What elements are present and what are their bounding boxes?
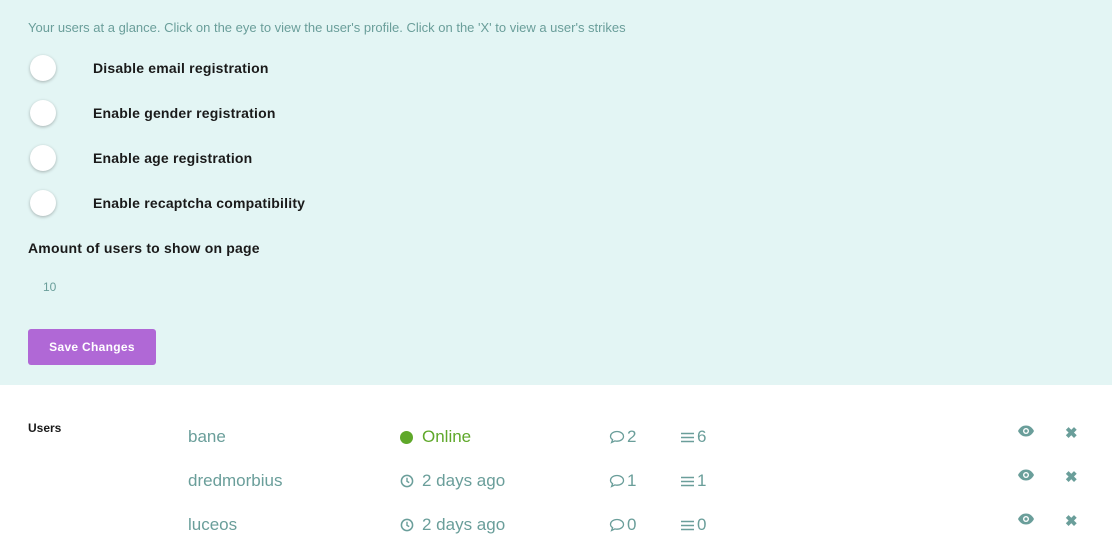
- clock-icon: [400, 518, 414, 532]
- threads-value: 1: [697, 471, 707, 490]
- status: 2 days ago: [400, 471, 505, 491]
- username-link[interactable]: luceos: [188, 515, 237, 535]
- posts-value: 2: [627, 427, 637, 446]
- threads-count: 6: [680, 427, 706, 447]
- status-text: Online: [422, 427, 472, 446]
- view-strikes-button[interactable]: ✖: [1065, 424, 1078, 444]
- view-profile-eye-icon[interactable]: [1017, 424, 1035, 438]
- age-registration-toggle[interactable]: [30, 145, 56, 171]
- gender-registration-toggle[interactable]: [30, 100, 56, 126]
- save-changes-button[interactable]: Save Changes: [28, 329, 156, 365]
- threads-value: 0: [697, 515, 707, 534]
- threads-value: 6: [697, 427, 707, 446]
- posts-count: 2: [609, 427, 636, 447]
- status-text: 2 days ago: [422, 471, 506, 490]
- status: 2 days ago: [400, 515, 505, 535]
- toggle-row-age: Enable age registration: [28, 145, 252, 171]
- comment-icon: [609, 430, 625, 444]
- comment-icon: [609, 474, 625, 488]
- username-link[interactable]: bane: [188, 427, 226, 447]
- settings-panel: Your users at a glance. Click on the eye…: [0, 0, 1112, 385]
- toggle-row-email: Disable email registration: [28, 55, 268, 81]
- status: Online: [400, 427, 471, 447]
- toggle-label: Enable age registration: [93, 150, 253, 166]
- intro-text: Your users at a glance. Click on the eye…: [28, 20, 626, 35]
- email-registration-toggle[interactable]: [30, 55, 56, 81]
- view-strikes-button[interactable]: ✖: [1065, 468, 1078, 488]
- clock-icon: [400, 474, 414, 488]
- threads-count: 1: [680, 471, 706, 491]
- list-icon: [681, 476, 694, 486]
- view-profile-eye-icon[interactable]: [1017, 512, 1035, 526]
- username-link[interactable]: dredmorbius: [188, 471, 283, 491]
- posts-count: 1: [609, 471, 636, 491]
- threads-count: 0: [680, 515, 706, 535]
- user-row: luceos 2 days ago 0 0 ✖: [0, 512, 1112, 538]
- user-row: dredmorbius 2 days ago 1 1 ✖: [0, 468, 1112, 494]
- toggle-label: Disable email registration: [93, 60, 269, 76]
- toggle-row-gender: Enable gender registration: [28, 100, 275, 126]
- posts-count: 0: [609, 515, 636, 535]
- toggle-label: Enable recaptcha compatibility: [93, 195, 306, 211]
- amount-label: Amount of users to show on page: [28, 240, 260, 256]
- posts-value: 1: [627, 471, 637, 490]
- online-dot-icon: [400, 430, 413, 444]
- posts-value: 0: [627, 515, 637, 534]
- list-icon: [681, 520, 694, 530]
- list-icon: [681, 432, 694, 442]
- view-strikes-button[interactable]: ✖: [1065, 512, 1078, 532]
- comment-icon: [609, 518, 625, 532]
- view-profile-eye-icon[interactable]: [1017, 468, 1035, 482]
- toggle-row-recaptcha: Enable recaptcha compatibility: [28, 190, 305, 216]
- status-text: 2 days ago: [422, 515, 506, 534]
- toggle-label: Enable gender registration: [93, 105, 276, 121]
- user-row: bane Online 2 6 ✖: [0, 424, 1112, 450]
- recaptcha-toggle[interactable]: [30, 190, 56, 216]
- amount-input[interactable]: [28, 275, 163, 299]
